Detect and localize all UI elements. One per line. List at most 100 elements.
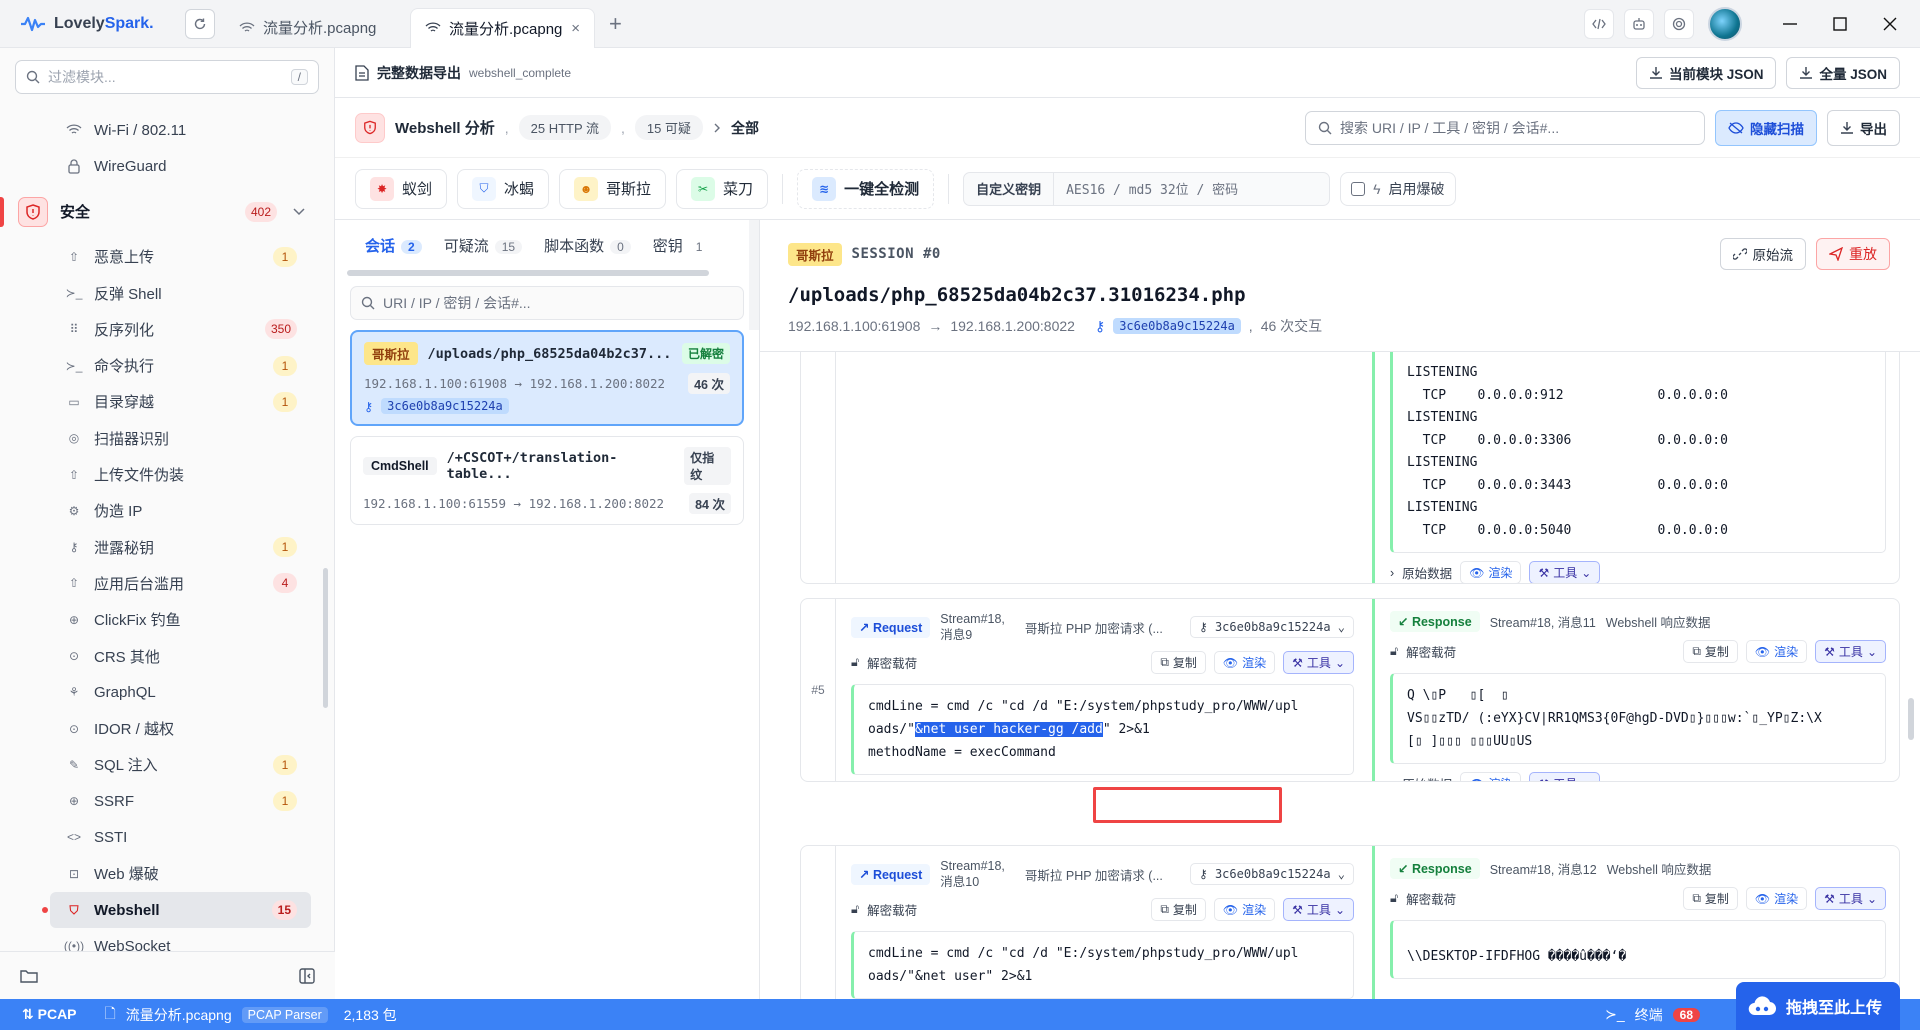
- tool-behinder-button[interactable]: ⛉ 冰蝎: [457, 168, 550, 209]
- chevron-right-icon[interactable]: ›: [1390, 566, 1394, 580]
- close-tab-icon[interactable]: ×: [571, 20, 580, 37]
- dst-ip: 192.168.1.200:8022: [950, 318, 1075, 334]
- sidebar-item-clickfix[interactable]: ⊕ ClickFix 钓鱼: [0, 602, 335, 638]
- bot-icon[interactable]: [1624, 8, 1654, 39]
- sidebar-item-crs[interactable]: ⊙ CRS 其他: [0, 638, 335, 674]
- chevron-right-icon[interactable]: ›: [1390, 777, 1394, 782]
- terminal-icon[interactable]: ≻_: [1605, 1006, 1625, 1023]
- tab-pcap-2[interactable]: 流量分析.pcapng ×: [410, 7, 595, 48]
- target-icon[interactable]: [1664, 8, 1694, 39]
- code-icon[interactable]: [1584, 8, 1614, 39]
- export-all-json-button[interactable]: 全量 JSON: [1786, 56, 1900, 89]
- collapse-sidebar-icon[interactable]: [299, 967, 315, 984]
- session-select[interactable]: ⚷ 3c6e0b8a9c15224a ⌄: [1189, 863, 1354, 885]
- tools-dropdown[interactable]: ⚒工具⌄: [1283, 651, 1354, 674]
- raw-stream-button[interactable]: 原始流: [1719, 238, 1806, 270]
- detail-scrollbar[interactable]: [1908, 698, 1914, 740]
- tools-dropdown[interactable]: ⚒工具⌄: [1815, 640, 1886, 663]
- sidebar-item-[interactable]: ⇧ 恶意上传 1: [0, 239, 335, 275]
- tab-script-functions[interactable]: 脚本函数 0: [544, 235, 631, 256]
- copy-button[interactable]: ⧉ 复制: [1151, 898, 1206, 921]
- session-card[interactable]: 哥斯拉/uploads/php_68525da04b2c37... 已解密 192…: [350, 330, 744, 426]
- close-window-button[interactable]: [1870, 4, 1910, 44]
- export-button[interactable]: 导出: [1827, 109, 1900, 146]
- decrypted-label: 解密载荷: [867, 657, 918, 671]
- maximize-button[interactable]: [1820, 4, 1860, 44]
- tool-godzilla-button[interactable]: ☻ 哥斯拉: [559, 168, 667, 209]
- sidebar-item-shell[interactable]: ≻_ 反弹 Shell: [0, 275, 335, 311]
- sidebar-item-ip[interactable]: ⚙ 伪造 IP: [0, 493, 335, 529]
- sidebar-item-wifi[interactable]: Wi-Fi / 802.11: [0, 112, 335, 148]
- render-button[interactable]: 👁︎渲染: [1745, 887, 1808, 910]
- refresh-button[interactable]: [185, 8, 215, 39]
- checkbox[interactable]: [1351, 181, 1366, 196]
- src-ip: 192.168.1.100:61559: [363, 496, 506, 511]
- raw-data-toggle[interactable]: 原始数据: [1402, 774, 1452, 781]
- render-button[interactable]: 👁︎渲染: [1460, 561, 1522, 583]
- tabs-scrollbar[interactable]: [347, 270, 709, 276]
- tab-keys[interactable]: 密钥 1: [653, 235, 710, 256]
- sidebar-item-webshell[interactable]: ⛉ Webshell 15: [42, 891, 311, 929]
- new-tab-button[interactable]: +: [609, 11, 622, 37]
- replay-button[interactable]: 重放: [1816, 238, 1890, 270]
- sidebar-scrollbar[interactable]: [323, 568, 328, 708]
- tools-dropdown[interactable]: ⚒工具⌄: [1529, 772, 1601, 781]
- export-current-json-button[interactable]: 当前模块 JSON: [1635, 56, 1777, 89]
- sidebar-item-label: 反弹 Shell: [94, 285, 162, 303]
- highlight-annotation: [1093, 787, 1282, 823]
- copy-button[interactable]: ⧉ 复制: [1683, 640, 1738, 663]
- panel-scrollbar[interactable]: [749, 220, 759, 330]
- tab-sessions[interactable]: 会话 2: [365, 235, 422, 256]
- hide-scan-toggle[interactable]: 隐藏扫描: [1715, 109, 1817, 146]
- render-button[interactable]: 👁︎渲染: [1213, 651, 1276, 674]
- tab-suspicious[interactable]: 可疑流 15: [444, 235, 523, 256]
- sidebar-item-[interactable]: ⇧ 应用后台滥用 4: [0, 565, 335, 601]
- sidebar-group-security[interactable]: 安全 402: [0, 189, 335, 235]
- status-filename: 流量分析.pcapng: [125, 1006, 232, 1023]
- avatar[interactable]: [1708, 6, 1742, 41]
- render-button[interactable]: 👁︎渲染: [1213, 898, 1276, 921]
- sidebar-item-wireguard[interactable]: WireGuard: [0, 148, 335, 184]
- sidebar-item-ssti[interactable]: <> SSTI: [0, 819, 335, 855]
- raw-data-toggle[interactable]: 原始数据: [1402, 563, 1452, 582]
- sidebar-item-idor[interactable]: ⊙ IDOR / 越权: [0, 710, 335, 746]
- folder-icon[interactable]: [20, 969, 38, 983]
- tool-antsword-button[interactable]: ✸ 蚁剑: [355, 168, 448, 209]
- sidebar-item-[interactable]: ▭ 目录穿越 1: [0, 384, 335, 420]
- sidebar-item-graphql[interactable]: ⚘ GraphQL: [0, 674, 335, 710]
- custom-key-field[interactable]: 自定义密钥 AES16 / md5 32位 / 密码: [963, 171, 1331, 206]
- tools-dropdown[interactable]: ⚒工具⌄: [1815, 887, 1886, 910]
- chevron-right-icon: [714, 123, 720, 132]
- session-select[interactable]: ⚷ 3c6e0b8a9c15224a ⌄: [1189, 616, 1354, 638]
- copy-button[interactable]: ⧉ 复制: [1151, 651, 1206, 674]
- minimize-button[interactable]: [1770, 4, 1810, 44]
- upload-dropzone-button[interactable]: 拖拽至此上传: [1736, 982, 1900, 1030]
- sidebar-item-[interactable]: ⚷ 泄露秘钥 1: [0, 529, 335, 565]
- tools-dropdown[interactable]: ⚒工具⌄: [1283, 898, 1354, 921]
- copy-button[interactable]: ⧉ 复制: [1683, 887, 1738, 910]
- sidebar-item-[interactable]: ⇧ 上传文件伪装: [0, 456, 335, 492]
- sidebar-item-web[interactable]: ⊡ Web 爆破: [0, 856, 335, 892]
- enable-brute-toggle[interactable]: ϟ 启用爆破: [1340, 171, 1456, 206]
- filter-all[interactable]: 全部: [731, 118, 759, 138]
- tab-pcap-1[interactable]: 流量分析.pcapng: [225, 8, 410, 48]
- session-card[interactable]: CmdShell /+CSCOT+/translation-table... 仅指纹…: [350, 436, 744, 525]
- module-filter-input[interactable]: 过滤模块... /: [15, 60, 319, 94]
- render-button[interactable]: 👁︎渲染: [1745, 640, 1808, 663]
- stream-search-input[interactable]: 搜索 URI / IP / 工具 / 密钥 / 会话#...: [1305, 110, 1705, 145]
- detect-all-button[interactable]: ≋ 一键全检测: [797, 168, 935, 209]
- terminal-label[interactable]: 终端: [1635, 1005, 1663, 1025]
- tool-chopper-button[interactable]: ✂ 菜刀: [676, 168, 769, 209]
- tools-dropdown[interactable]: ⚒工具⌄: [1529, 561, 1601, 583]
- render-button[interactable]: 👁︎渲染: [1460, 772, 1522, 781]
- sidebar-item-label: IDOR / 越权: [94, 721, 175, 739]
- sidebar-item-sql[interactable]: ✎ SQL 注入 1: [0, 747, 335, 783]
- sidebar-item-ssrf[interactable]: ⊕ SSRF 1: [0, 783, 335, 819]
- sidebar-item-[interactable]: ⠿ 反序列化 350: [0, 311, 335, 347]
- sidebar-item-[interactable]: ◎ 扫描器识别: [0, 420, 335, 456]
- bolt-icon: ϟ: [1373, 180, 1381, 197]
- sidebar-item-[interactable]: ≻_ 命令执行 1: [0, 347, 335, 383]
- knife-icon: ✂: [691, 176, 716, 201]
- session-search-input[interactable]: URI / IP / 密钥 / 会话#...: [350, 286, 744, 320]
- scan-icon: ⊡: [68, 866, 80, 881]
